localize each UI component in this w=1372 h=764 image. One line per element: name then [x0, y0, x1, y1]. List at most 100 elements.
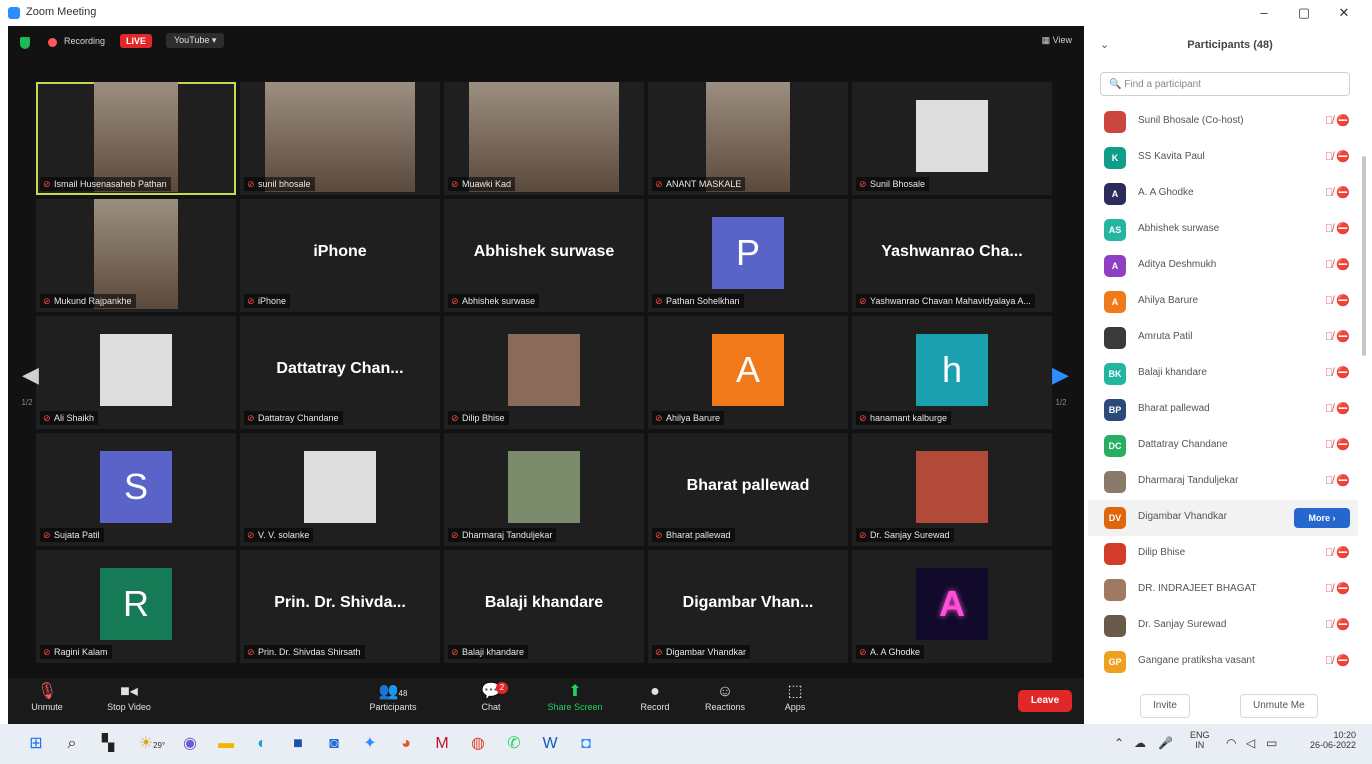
tile-name-text: Mukund Rajpankhe	[54, 296, 132, 306]
prev-page-button[interactable]: ◀ 1/2	[16, 340, 38, 420]
participant-row[interactable]: Dharmaraj Tanduljekar 🎙̸ ⛔	[1088, 464, 1358, 500]
video-tile[interactable]: S ⊘ Sujata Patil	[36, 433, 236, 546]
video-tile[interactable]: ⊘ sunil bhosale	[240, 82, 440, 195]
participant-row[interactable]: Dilip Bhise 🎙̸ ⛔	[1088, 536, 1358, 572]
participant-row[interactable]: AS Abhishek surwase 🎙̸ ⛔	[1088, 212, 1358, 248]
unmute-me-button[interactable]: Unmute Me	[1240, 694, 1318, 718]
outlook-icon[interactable]: ◙	[322, 732, 346, 756]
minimize-button[interactable]: –	[1246, 3, 1282, 23]
zoom-icon[interactable]: ◘	[574, 732, 598, 756]
next-page-button[interactable]: ▶ 1/2	[1050, 340, 1072, 420]
tile-name-label: ⊘ V. V. solanke	[244, 528, 314, 542]
reactions-button[interactable]: ☺ Reactions	[690, 682, 760, 712]
participant-video	[94, 82, 178, 192]
video-tile[interactable]: ⊘ Dr. Sanjay Surewad	[852, 433, 1052, 546]
participant-row[interactable]: K SS Kavita Paul 🎙̸ ⛔	[1088, 140, 1358, 176]
participant-row[interactable]: A A. A Ghodke 🎙̸ ⛔	[1088, 176, 1358, 212]
app-icon[interactable]: ✦	[358, 732, 382, 756]
participant-row[interactable]: DR. INDRAJEET BHAGAT 🎙̸ ⛔	[1088, 572, 1358, 608]
participant-row[interactable]: BK Balaji khandare 🎙̸ ⛔	[1088, 356, 1358, 392]
live-badge[interactable]: LIVE	[120, 34, 153, 48]
video-tile[interactable]: A ⊘ A. A Ghodke	[852, 550, 1052, 663]
participant-row[interactable]: GP Gangane pratiksha vasant 🎙̸ ⛔	[1088, 644, 1358, 680]
maximize-button[interactable]: ▢	[1286, 3, 1322, 23]
video-tile[interactable]: ⊘ Sunil Bhosale	[852, 82, 1052, 195]
video-tile[interactable]: Digambar Vhan... ⊘ Digambar Vhandkar	[648, 550, 848, 663]
participant-row[interactable]: A Aditya Deshmukh 🎙̸ ⛔	[1088, 248, 1358, 284]
search-icon[interactable]: ⌕	[60, 732, 84, 756]
volume-icon[interactable]: ◁	[1246, 736, 1255, 750]
tray-overflow-icon[interactable]: ⌃	[1114, 736, 1124, 750]
apps-button[interactable]: ⬚ Apps	[760, 682, 830, 712]
participant-row[interactable]: DC Dattatray Chandane 🎙̸ ⛔	[1088, 428, 1358, 464]
chat-button[interactable]: 💬 2 Chat	[456, 682, 526, 712]
windows-start-icon[interactable]: ⊞	[24, 732, 48, 756]
file-explorer-icon[interactable]: ▬	[214, 732, 238, 756]
participant-name: Gangane pratiksha vasant	[1138, 655, 1255, 666]
participant-row[interactable]: DV Digambar Vhandkar More ›	[1088, 500, 1358, 536]
invite-button[interactable]: Invite	[1140, 694, 1190, 718]
participant-row[interactable]: Dr. Sanjay Surewad 🎙̸ ⛔	[1088, 608, 1358, 644]
leave-button[interactable]: Leave	[1018, 690, 1072, 712]
stop-video-button[interactable]: ■◂ Stop Video	[94, 682, 164, 712]
title-bar: Zoom Meeting – ▢ ✕	[0, 0, 1372, 26]
participant-name: Digambar Vhandkar	[1138, 511, 1227, 522]
video-tile[interactable]: ⊘ Ali Shaikh	[36, 316, 236, 429]
reactions-icon: ☺	[716, 683, 734, 700]
video-tile[interactable]: ⊘ V. V. solanke	[240, 433, 440, 546]
view-button[interactable]: ▦ View	[1042, 35, 1072, 46]
video-tile[interactable]: P ⊘ Pathan Sohelkhan	[648, 199, 848, 312]
microphone-icon[interactable]: 🎤	[1158, 736, 1173, 750]
share-screen-button[interactable]: ⬆ Share Screen	[540, 682, 610, 712]
video-tile[interactable]: ⊘ Dilip Bhise	[444, 316, 644, 429]
muted-status-icons: 🎙̸ ⛔	[1324, 403, 1350, 415]
participant-list-scrollbar[interactable]	[1362, 156, 1366, 356]
battery-icon[interactable]: ▭	[1266, 736, 1277, 750]
whatsapp-icon[interactable]: ✆	[502, 732, 526, 756]
participant-row[interactable]: Sunil Bhosale (Co-host) 🎙̸ ⛔	[1088, 104, 1358, 140]
video-tile[interactable]: ⊘ Mukund Rajpankhe	[36, 199, 236, 312]
video-tile[interactable]: Yashwanrao Cha... ⊘ Yashwanrao Chavan Maha…	[852, 199, 1052, 312]
zoom-app-icon	[8, 7, 20, 19]
video-tile[interactable]: ⊘ Muawki Kad	[444, 82, 644, 195]
recording-label[interactable]: Recording	[64, 36, 105, 46]
participants-button[interactable]: 👥48 Participants	[358, 682, 428, 712]
record-button[interactable]: ● Record	[620, 682, 690, 712]
onedrive-icon[interactable]: ☁	[1134, 736, 1146, 750]
weather-icon[interactable]: ☀29°	[132, 732, 172, 756]
unmute-button[interactable]: 🎙 Unmute	[12, 682, 82, 712]
video-tile[interactable]: ⊘ ANANT MASKALE	[648, 82, 848, 195]
video-tile[interactable]: iPhone ⊘ iPhone	[240, 199, 440, 312]
participant-row[interactable]: BP Bharat pallewad 🎙̸ ⛔	[1088, 392, 1358, 428]
video-tile[interactable]: ⊘ Ismail Husenasaheb Pathan	[36, 82, 236, 195]
video-tile[interactable]: Dattatray Chan... ⊘ Dattatray Chandane	[240, 316, 440, 429]
close-button[interactable]: ✕	[1326, 3, 1362, 23]
language-indicator[interactable]: ENG IN	[1190, 730, 1210, 750]
shield-icon[interactable]	[20, 37, 30, 49]
task-view-icon[interactable]: ▚	[96, 732, 120, 756]
video-tile[interactable]: Bharat pallewad ⊘ Bharat pallewad	[648, 433, 848, 546]
tile-name-text: Ahilya Barure	[666, 413, 721, 423]
participant-row[interactable]: Amruta Patil 🎙̸ ⛔	[1088, 320, 1358, 356]
chrome-icon[interactable]: ◍	[466, 732, 490, 756]
video-tile[interactable]: A ⊘ Ahilya Barure	[648, 316, 848, 429]
video-tile[interactable]: Abhishek surwase ⊘ Abhishek surwase	[444, 199, 644, 312]
video-tile[interactable]: h ⊘ hanamant kalburge	[852, 316, 1052, 429]
teams-chat-icon[interactable]: ◉	[178, 732, 202, 756]
firefox-icon[interactable]: ◕	[394, 732, 418, 756]
video-tile[interactable]: Balaji khandare ⊘ Balaji khandare	[444, 550, 644, 663]
video-tile[interactable]: R ⊘ Ragini Kalam	[36, 550, 236, 663]
participant-search-input[interactable]: 🔍 Find a participant	[1100, 72, 1350, 96]
store-icon[interactable]: ■	[286, 732, 310, 756]
word-icon[interactable]: W	[538, 732, 562, 756]
muted-mic-icon: ⊘	[43, 413, 51, 423]
participant-row[interactable]: A Ahilya Barure 🎙̸ ⛔	[1088, 284, 1358, 320]
clock[interactable]: 10:20 26-06-2022	[1296, 730, 1356, 750]
more-button[interactable]: More ›	[1294, 508, 1350, 528]
wifi-icon[interactable]: ◠	[1226, 736, 1236, 750]
video-tile[interactable]: ⊘ Dharmaraj Tanduljekar	[444, 433, 644, 546]
edge-browser-icon[interactable]: ◐	[250, 732, 274, 756]
youtube-dropdown[interactable]: YouTube ▾	[166, 33, 225, 48]
mcafee-icon[interactable]: M	[430, 732, 454, 756]
video-tile[interactable]: Prin. Dr. Shivda... ⊘ Prin. Dr. Shivdas Sh…	[240, 550, 440, 663]
